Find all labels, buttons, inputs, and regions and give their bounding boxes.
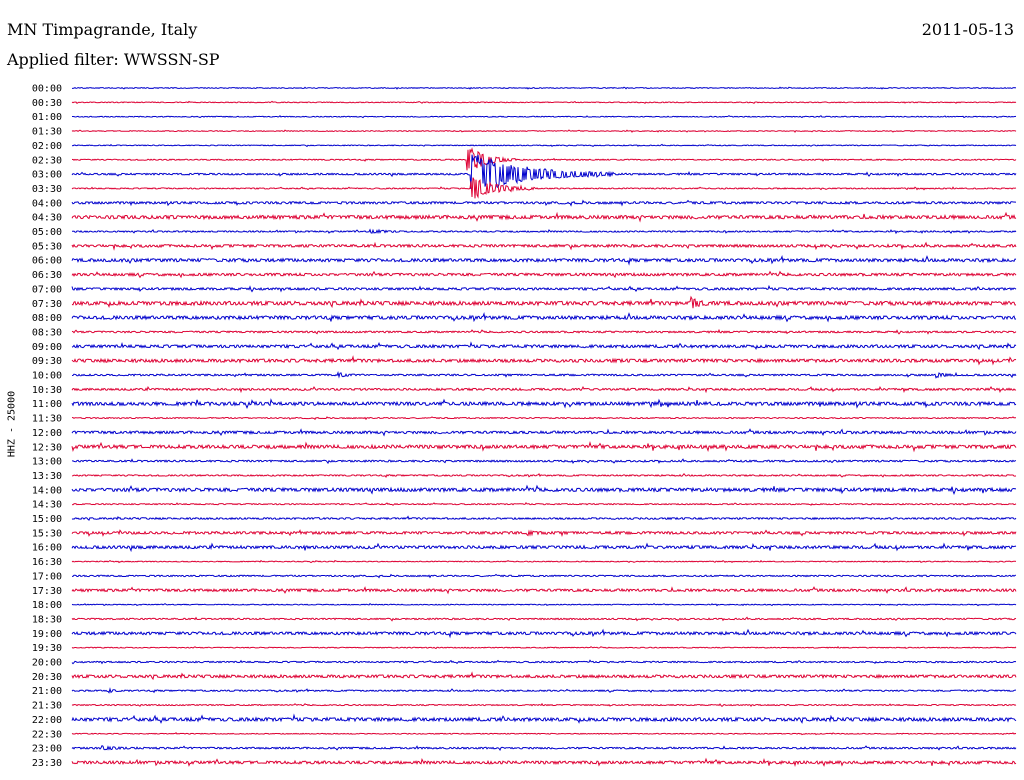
row-time-label: 04:00: [32, 198, 62, 209]
row-time-label: 13:00: [32, 457, 62, 468]
row-time-label: 01:30: [32, 127, 62, 138]
trace-row: [71, 284, 1017, 293]
trace-row: [71, 385, 1017, 394]
trace-row: [71, 501, 1017, 506]
row-time-label: 03:30: [32, 184, 62, 195]
row-time-label: 19:00: [32, 629, 62, 640]
trace-row: [72, 458, 1017, 465]
row-time-label: 07:00: [32, 284, 62, 295]
trace-row: [71, 441, 1017, 453]
row-time-label: 23:30: [32, 758, 62, 769]
row-time-label: 09:30: [32, 356, 62, 367]
trace-row: [71, 270, 1017, 279]
row-time-label: 18:00: [32, 600, 62, 611]
trace-row: [71, 628, 1017, 639]
row-time-label: 06:30: [32, 270, 62, 281]
trace-row: [71, 199, 1017, 207]
row-time-label: 19:30: [32, 643, 62, 654]
trace-row: [71, 659, 1017, 665]
trace-row: [71, 115, 1017, 119]
trace-row: [71, 311, 1017, 323]
trace-row: [71, 484, 1017, 496]
row-time-label: 12:00: [32, 428, 62, 439]
row-time-label: 04:30: [32, 213, 62, 224]
trace-row: [71, 573, 1017, 579]
row-time-label: 20:00: [32, 658, 62, 669]
trace-row: [71, 211, 1017, 223]
row-time-label: 21:30: [32, 701, 62, 712]
trace-row: [71, 472, 1017, 479]
row-time-label: 11:30: [32, 414, 62, 425]
trace-row: [71, 228, 1017, 235]
trace-row: [71, 687, 1017, 694]
row-time-label: 10:00: [32, 371, 62, 382]
row-time-label: 14:00: [32, 485, 62, 496]
row-time-label: 00:00: [32, 84, 62, 95]
trace-row: [71, 616, 1017, 622]
trace-row: [71, 428, 1017, 437]
row-time-label: 22:00: [32, 715, 62, 726]
row-time-label: 02:30: [32, 155, 62, 166]
trace-row: [71, 586, 1017, 595]
row-time-label: 16:30: [32, 557, 62, 568]
trace-row: [71, 129, 1017, 133]
row-time-label: 08:30: [32, 327, 62, 338]
trace-row: [71, 671, 1017, 681]
row-time-label: 16:00: [32, 543, 62, 554]
trace-row: [71, 713, 1017, 724]
row-time-label: 13:30: [32, 471, 62, 482]
trace-row: [71, 328, 1017, 335]
trace-row: [71, 341, 1017, 351]
trace-row: [71, 702, 1017, 707]
trace-row: [71, 416, 1016, 421]
row-time-label: 20:30: [32, 672, 62, 683]
trace-row: [71, 255, 1017, 266]
row-time-label: 23:00: [32, 744, 62, 755]
trace-row: [71, 295, 1017, 309]
row-time-label: 17:30: [32, 586, 62, 597]
row-time-label: 21:00: [32, 686, 62, 697]
trace-row: [71, 371, 1017, 379]
trace-row: [71, 602, 1017, 607]
row-time-label: 08:00: [32, 313, 62, 324]
trace-row: [71, 86, 1017, 90]
trace-row: [71, 398, 1017, 410]
trace-row: [71, 515, 1017, 521]
trace-row: [71, 744, 1017, 751]
row-time-label: 03:00: [32, 170, 62, 181]
row-time-label: 05:30: [32, 241, 62, 252]
row-time-label: 17:00: [32, 571, 62, 582]
row-time-label: 18:30: [32, 614, 62, 625]
trace-row: [71, 177, 1017, 199]
row-time-label: 09:00: [32, 342, 62, 353]
row-time-label: 11:00: [32, 399, 62, 410]
trace-row: [71, 559, 1017, 564]
row-time-label: 14:30: [32, 500, 62, 511]
trace-row: [71, 355, 1017, 366]
trace-row: [71, 100, 1017, 105]
trace-row: [71, 732, 1017, 736]
trace-row: [71, 645, 1017, 650]
row-time-label: 06:00: [32, 256, 62, 267]
trace-row: [71, 542, 1017, 553]
trace-row: [71, 529, 1017, 537]
trace-row: [71, 143, 1017, 148]
helicorder-plot: 00:00 00:30 01:00 01:30 02:00 02:30 03:00 03:30…: [32, 84, 1017, 769]
row-time-label: 10:30: [32, 385, 62, 396]
row-time-label: 00:30: [32, 98, 62, 109]
row-time-label: 15:00: [32, 514, 62, 525]
row-time-label: 15:30: [32, 528, 62, 539]
row-time-label: 22:30: [32, 729, 62, 740]
trace-row: [71, 757, 1017, 768]
trace-row: [71, 147, 1017, 171]
row-time-label: 07:30: [32, 299, 62, 310]
trace-row: [71, 241, 1017, 251]
row-time-label: 12:30: [32, 442, 62, 453]
row-time-label: 05:00: [32, 227, 62, 238]
row-time-label: 02:00: [32, 141, 62, 152]
row-time-label: 01:00: [32, 112, 62, 123]
